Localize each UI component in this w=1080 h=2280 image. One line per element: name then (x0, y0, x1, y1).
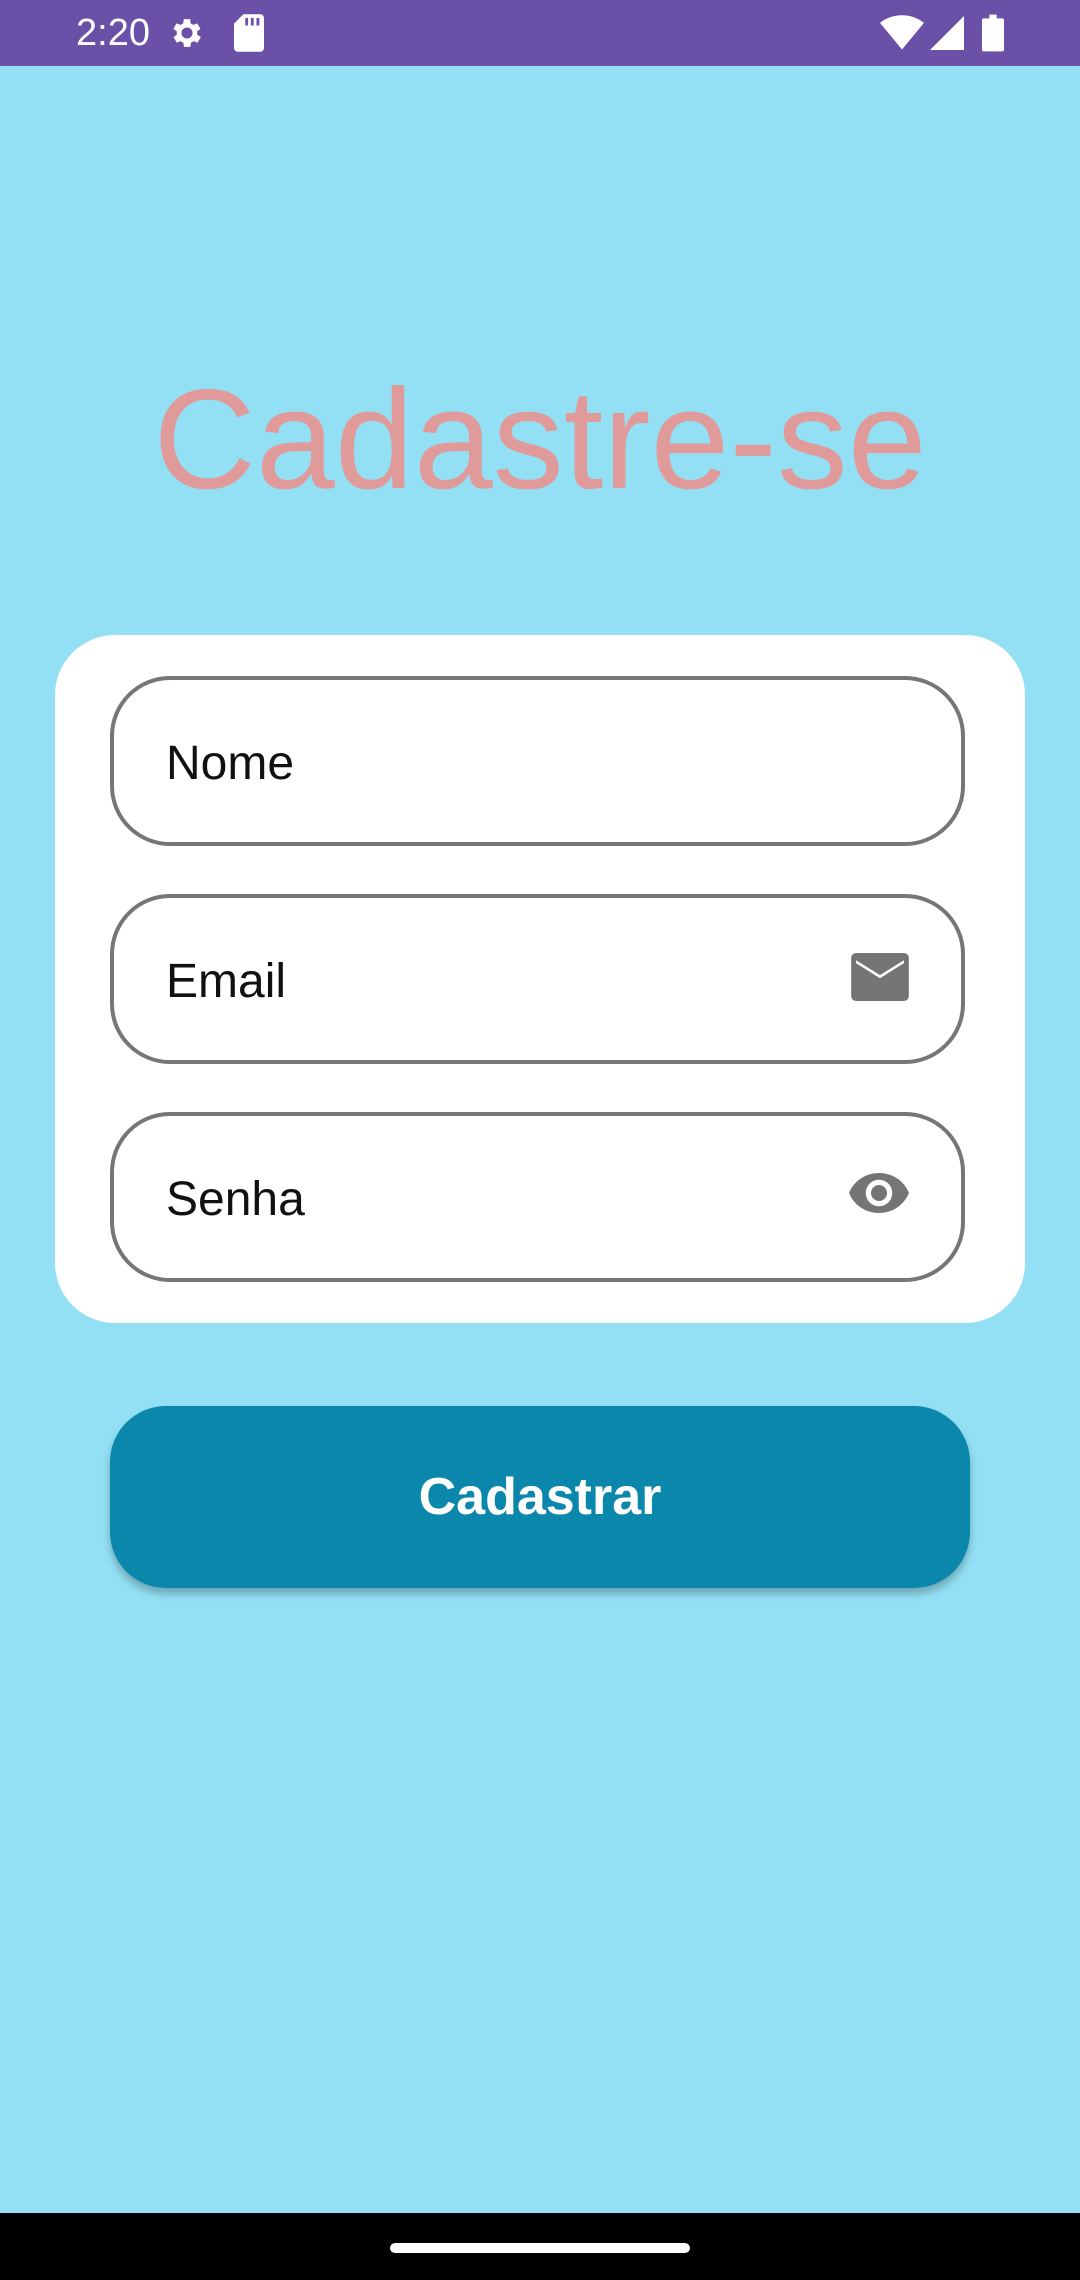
settings-icon (168, 14, 206, 57)
password-field-label: Senha (166, 1173, 305, 1226)
eye-icon[interactable] (849, 1171, 909, 1220)
register-button[interactable]: Cadastrar (110, 1406, 970, 1588)
home-handle[interactable] (390, 2243, 690, 2253)
status-bar: 2:20 (0, 0, 1080, 66)
password-field[interactable]: Senha (110, 1112, 965, 1282)
wifi-icon (880, 14, 924, 57)
sd-card-icon (234, 14, 264, 57)
email-icon (851, 953, 909, 1006)
page-title: Cadastre-se (153, 360, 927, 519)
status-time: 2:20 (76, 12, 150, 54)
name-field-label: Nome (166, 737, 295, 790)
name-field[interactable]: Nome (110, 676, 965, 846)
email-field[interactable]: Email (110, 894, 965, 1064)
email-field-label: Email (166, 955, 287, 1008)
battery-icon (982, 14, 1004, 57)
navigation-bar (0, 2213, 1080, 2280)
signal-icon (930, 14, 964, 57)
